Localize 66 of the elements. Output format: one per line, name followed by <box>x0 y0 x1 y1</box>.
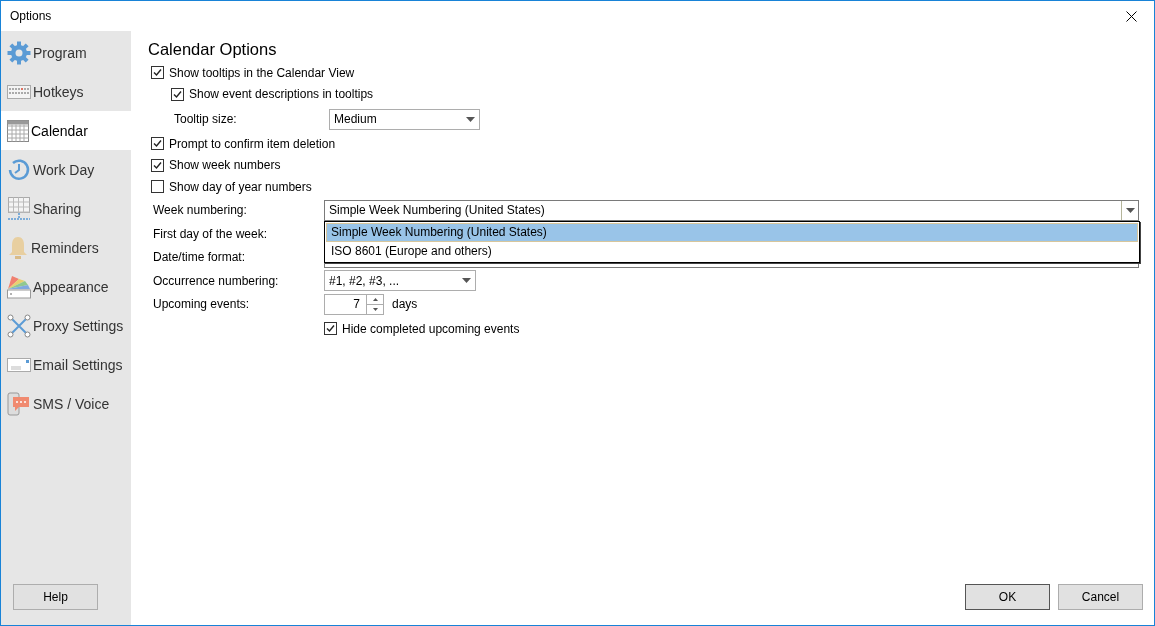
sidebar-item[interactable]: Email Settings <box>1 345 131 384</box>
keyboard-icon <box>7 84 31 99</box>
checkbox[interactable] <box>151 137 164 151</box>
field-label: Week numbering: <box>153 203 248 218</box>
up-arrow-icon <box>372 297 378 301</box>
checkbox-label: Show tooltips in the Calendar View <box>169 65 355 80</box>
dropdown[interactable]: Simple Week Numbering (United States) <box>324 199 1139 221</box>
shared-calendar-icon <box>7 196 31 221</box>
help-button[interactable]: Help <box>13 584 98 610</box>
clock-icon <box>7 157 31 182</box>
sidebar-label: Proxy Settings <box>33 317 124 334</box>
sidebar-item[interactable]: Calendar <box>1 111 131 150</box>
dropdown-arrow-icon <box>466 116 475 122</box>
checkbox[interactable] <box>151 180 164 194</box>
phone-message-icon <box>7 391 31 416</box>
sidebar-item[interactable]: Work Day <box>1 150 131 189</box>
sidebar-item[interactable]: SMS / Voice <box>1 384 131 423</box>
sidebar-label: Hotkeys <box>33 83 84 100</box>
dropdown-arrow-icon <box>462 278 471 284</box>
dropdown-arrow-icon <box>1125 207 1135 213</box>
checkbox[interactable] <box>324 322 337 336</box>
sidebar-item[interactable]: Program <box>1 33 131 72</box>
checkbox[interactable] <box>171 87 184 101</box>
decrement-button[interactable] <box>367 303 383 314</box>
sidebar-label: Reminders <box>31 239 99 256</box>
sidebar-label: Sharing <box>33 200 82 217</box>
close-icon <box>1125 10 1137 22</box>
ok-button[interactable]: OK <box>965 584 1050 610</box>
field-label: Date/time format: <box>153 250 247 265</box>
calendar-icon <box>7 119 29 142</box>
sidebar-item[interactable]: Sharing <box>1 189 131 228</box>
dropdown[interactable]: Medium <box>329 108 480 130</box>
field-label: Upcoming events: <box>153 297 251 312</box>
checkbox-label: Hide completed upcoming events <box>342 321 520 336</box>
gear-icon <box>7 40 31 65</box>
sidebar-label: SMS / Voice <box>33 395 110 412</box>
sidebar-label: Calendar <box>31 122 88 139</box>
dropdown[interactable]: #1, #2, #3, ... <box>324 270 476 292</box>
number-spinner[interactable]: 7 <box>324 293 384 315</box>
unit-label: days <box>392 297 418 312</box>
down-arrow-icon <box>372 307 378 311</box>
sidebar-item[interactable]: Reminders <box>1 228 131 267</box>
network-icon <box>7 313 31 338</box>
sidebar-item[interactable]: Hotkeys <box>1 72 131 111</box>
sidebar-label: Email Settings <box>33 356 123 373</box>
window-title: Options <box>10 9 52 23</box>
checkbox[interactable] <box>151 158 164 172</box>
field-label: Tooltip size: <box>174 112 238 126</box>
dropdown-option[interactable]: Simple Week Numbering (United States) <box>326 223 1138 242</box>
field-label: Occurrence numbering: <box>153 273 280 288</box>
envelope-icon <box>7 357 31 372</box>
section-heading: Calendar Options <box>148 40 278 59</box>
sidebar-item[interactable]: Proxy Settings <box>1 306 131 345</box>
checkbox-label: Show event descriptions in tooltips <box>189 87 374 102</box>
field-label: First day of the week: <box>153 226 269 241</box>
checkbox-label: Show week numbers <box>169 158 281 173</box>
checkbox-label: Show day of year numbers <box>169 179 312 194</box>
checkbox-label: Prompt to confirm item deletion <box>169 136 336 151</box>
palette-icon <box>7 274 31 299</box>
sidebar-label: Program <box>33 44 87 61</box>
sidebar-label: Appearance <box>33 278 109 295</box>
sidebar-item[interactable]: Appearance <box>1 267 131 306</box>
bell-icon <box>7 235 29 260</box>
sidebar-label: Work Day <box>33 161 95 178</box>
cancel-button[interactable]: Cancel <box>1058 584 1143 610</box>
checkbox[interactable] <box>151 66 164 80</box>
